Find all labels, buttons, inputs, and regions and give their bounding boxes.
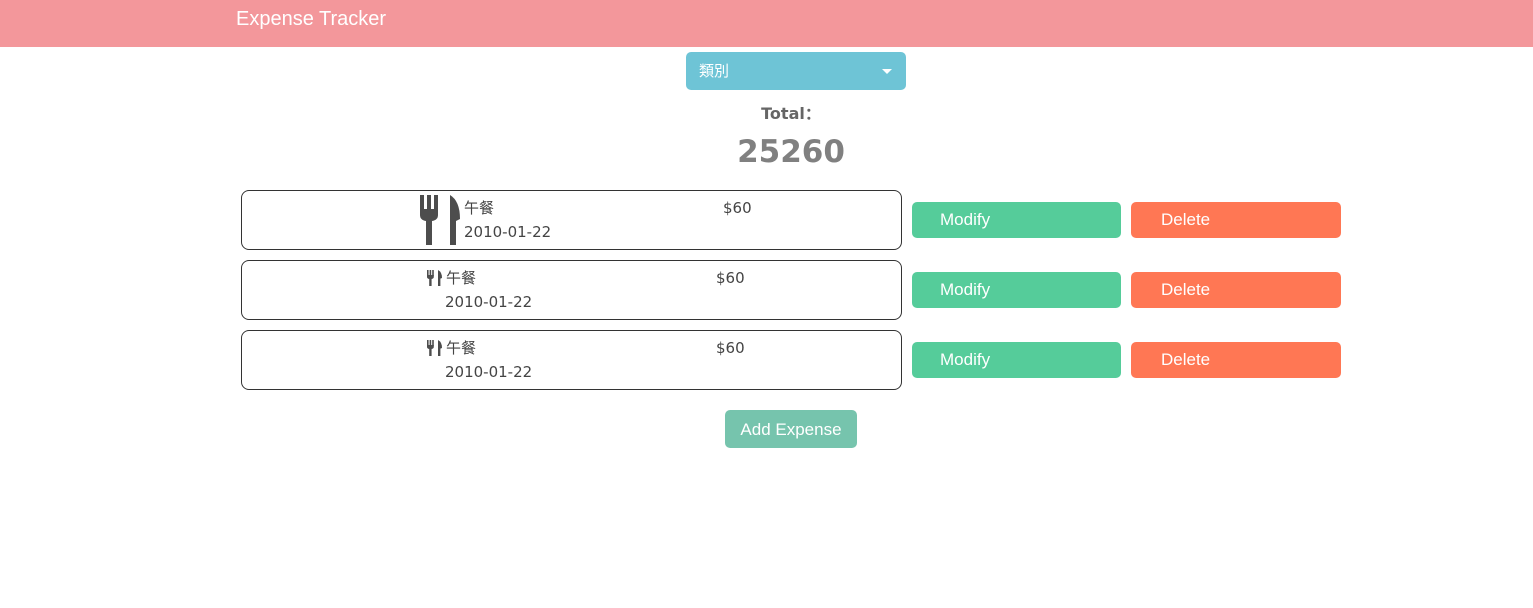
top-navbar: Expense Tracker bbox=[0, 0, 1533, 47]
expense-date: 2010-01-22 bbox=[445, 293, 533, 311]
expense-title: 午餐 bbox=[446, 269, 477, 287]
expense-amount: $60 bbox=[716, 269, 745, 287]
modify-button[interactable]: Modify bbox=[912, 342, 1121, 378]
category-dropdown-label: 類別 bbox=[699, 62, 730, 80]
expense-amount: $60 bbox=[716, 339, 745, 357]
total-value: 25260 bbox=[737, 134, 845, 170]
expense-item: 午餐 2010-01-22 $60 bbox=[241, 190, 902, 250]
expense-item: 午餐 2010-01-22 $60 bbox=[241, 330, 902, 390]
expense-date: 2010-01-22 bbox=[464, 223, 552, 241]
modify-button[interactable]: Modify bbox=[912, 202, 1121, 238]
expense-date: 2010-01-22 bbox=[445, 363, 533, 381]
total-label: Total： bbox=[761, 104, 821, 123]
utensils-icon bbox=[426, 339, 444, 357]
expense-amount: $60 bbox=[723, 199, 752, 217]
expense-title: 午餐 bbox=[464, 199, 495, 217]
delete-button[interactable]: Delete bbox=[1131, 272, 1341, 308]
delete-button[interactable]: Delete bbox=[1131, 202, 1341, 238]
modify-button[interactable]: Modify bbox=[912, 272, 1121, 308]
expense-title: 午餐 bbox=[446, 339, 477, 357]
app-title[interactable]: Expense Tracker bbox=[236, 7, 386, 31]
category-dropdown[interactable]: 類別 bbox=[686, 52, 906, 90]
caret-down-icon bbox=[882, 69, 892, 74]
utensils-icon bbox=[426, 269, 444, 287]
expense-item: 午餐 2010-01-22 $60 bbox=[241, 260, 902, 320]
delete-button[interactable]: Delete bbox=[1131, 342, 1341, 378]
add-expense-button[interactable]: Add Expense bbox=[725, 410, 857, 448]
utensils-icon bbox=[418, 195, 462, 245]
